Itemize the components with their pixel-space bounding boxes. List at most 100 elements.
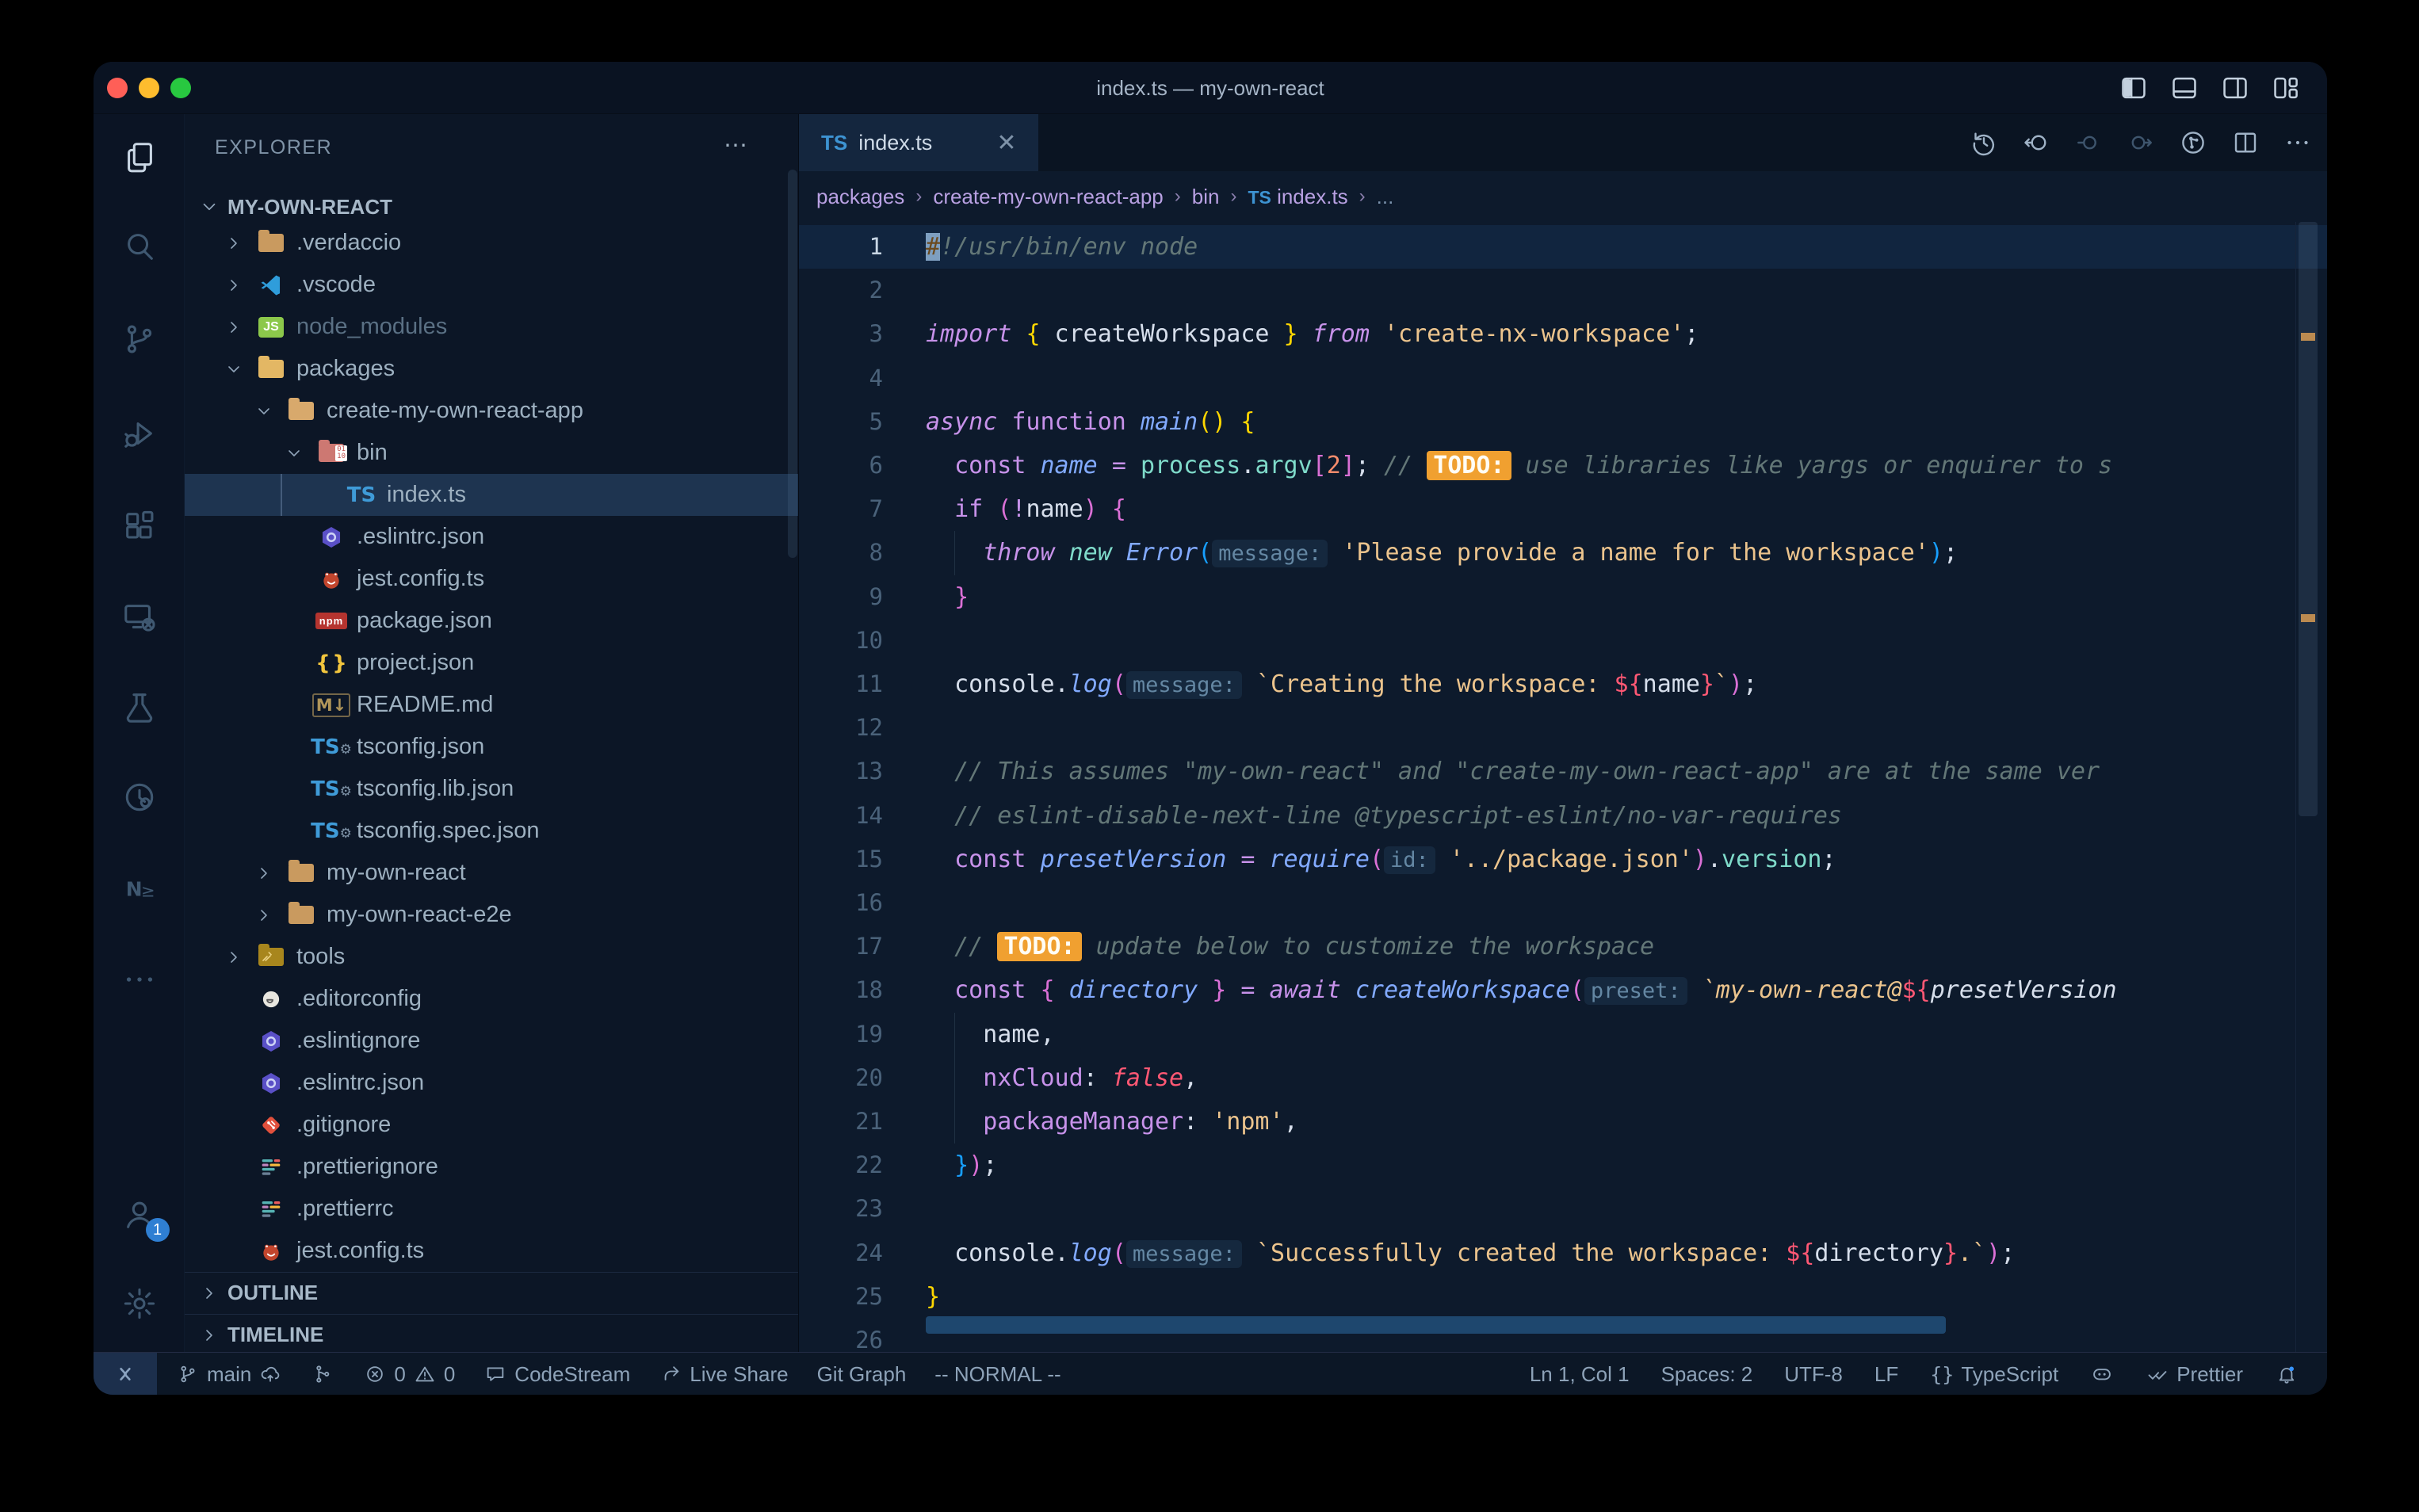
horizontal-scrollbar[interactable] bbox=[926, 1316, 1946, 1334]
status-live-share[interactable]: Live Share bbox=[659, 1362, 788, 1387]
tree-item[interactable]: 0110bin bbox=[185, 432, 798, 474]
line-number[interactable]: 25 bbox=[799, 1275, 883, 1319]
tree-item[interactable]: { }project.json bbox=[185, 642, 798, 684]
title-bar[interactable]: index.ts — my-own-react bbox=[94, 62, 2327, 114]
line-number[interactable]: 6 bbox=[799, 444, 883, 487]
line-number[interactable]: 26 bbox=[799, 1319, 883, 1352]
status-eol[interactable]: LF bbox=[1874, 1362, 1898, 1387]
status-prettier[interactable]: Prettier bbox=[2146, 1362, 2243, 1387]
status-vim-mode[interactable]: -- NORMAL -- bbox=[934, 1362, 1060, 1387]
line-number[interactable]: 10 bbox=[799, 619, 883, 662]
activity-explorer[interactable] bbox=[94, 118, 185, 197]
tree-item[interactable]: create-my-own-react-app bbox=[185, 390, 798, 432]
layout-panel-icon[interactable] bbox=[2169, 72, 2200, 104]
activity-settings[interactable] bbox=[94, 1264, 185, 1343]
tree-item[interactable]: .prettierignore bbox=[185, 1146, 798, 1188]
tree-item[interactable]: TS⚙tsconfig.spec.json bbox=[185, 810, 798, 852]
line-number[interactable]: 15 bbox=[799, 838, 883, 881]
editor-code-area[interactable]: 1#!/usr/bin/env node23import { createWor… bbox=[799, 222, 2327, 1352]
nav-back-icon[interactable] bbox=[2021, 128, 2051, 158]
activity-nx-console[interactable]: N≥ bbox=[94, 849, 185, 928]
vertical-scrollbar[interactable] bbox=[2299, 222, 2318, 816]
line-number[interactable]: 2 bbox=[799, 269, 883, 312]
tree-item[interactable]: my-own-react bbox=[185, 852, 798, 894]
line-number[interactable]: 19 bbox=[799, 1013, 883, 1056]
split-editor-icon[interactable] bbox=[2230, 128, 2260, 158]
line-number[interactable]: 16 bbox=[799, 881, 883, 925]
line-number[interactable]: 22 bbox=[799, 1144, 883, 1187]
status-problems[interactable]: 00 bbox=[363, 1362, 455, 1387]
tree-item[interactable]: packages bbox=[185, 348, 798, 390]
line-number[interactable]: 23 bbox=[799, 1187, 883, 1231]
status-language-mode[interactable]: {}TypeScript bbox=[1930, 1362, 2058, 1387]
line-number[interactable]: 24 bbox=[799, 1231, 883, 1275]
tree-item[interactable]: my-own-react-e2e bbox=[185, 894, 798, 936]
tree-item[interactable]: .verdaccio bbox=[185, 222, 798, 264]
layout-customize-icon[interactable] bbox=[2270, 72, 2302, 104]
breadcrumb-item[interactable]: TS index.ts bbox=[1248, 185, 1347, 209]
breadcrumb-item[interactable]: bin bbox=[1192, 185, 1220, 209]
tree-item[interactable]: .eslintignore bbox=[185, 1020, 798, 1062]
line-number[interactable]: 9 bbox=[799, 575, 883, 619]
status-indentation[interactable]: Spaces: 2 bbox=[1661, 1362, 1753, 1387]
activity-extensions[interactable] bbox=[94, 487, 185, 566]
activity-source-control[interactable] bbox=[94, 300, 185, 379]
layout-sidebar-left-icon[interactable] bbox=[2118, 72, 2150, 104]
tab-index-ts[interactable]: TS index.ts ✕ bbox=[799, 114, 1038, 171]
tree-item[interactable]: TS⚙tsconfig.json bbox=[185, 726, 798, 768]
status-notifications[interactable] bbox=[2275, 1362, 2299, 1386]
status-copilot[interactable] bbox=[2090, 1362, 2114, 1386]
line-number[interactable]: 5 bbox=[799, 400, 883, 444]
tree-item[interactable]: M↓README.md bbox=[185, 684, 798, 726]
tree-item[interactable]: .vscode bbox=[185, 264, 798, 306]
line-number[interactable]: 4 bbox=[799, 357, 883, 400]
layout-sidebar-right-icon[interactable] bbox=[2219, 72, 2251, 104]
status-git-graph[interactable]: Git Graph bbox=[817, 1362, 907, 1387]
line-number[interactable]: 14 bbox=[799, 794, 883, 838]
tree-item[interactable]: npmpackage.json bbox=[185, 600, 798, 642]
tree-item[interactable]: .gitignore bbox=[185, 1104, 798, 1146]
status-commit-graph-status[interactable] bbox=[311, 1362, 334, 1386]
tree-item[interactable]: .prettierrc bbox=[185, 1188, 798, 1230]
tree-item[interactable]: TSindex.ts bbox=[185, 474, 798, 516]
tree-item[interactable]: jest.config.ts bbox=[185, 1230, 798, 1272]
line-number[interactable]: 12 bbox=[799, 706, 883, 750]
tree-item[interactable]: .eslintrc.json bbox=[185, 1062, 798, 1104]
tree-item[interactable]: JSnode_modules bbox=[185, 306, 798, 348]
status-encoding[interactable]: UTF-8 bbox=[1784, 1362, 1843, 1387]
tree-item[interactable]: .editorconfig bbox=[185, 978, 798, 1020]
activity-testing[interactable] bbox=[94, 667, 185, 746]
breadcrumb-item[interactable]: ... bbox=[1377, 185, 1394, 209]
tree-item[interactable]: tools bbox=[185, 936, 798, 978]
status-git-branch-status[interactable]: main bbox=[176, 1362, 282, 1387]
close-icon[interactable]: ✕ bbox=[992, 129, 1021, 157]
panel-timeline[interactable]: TIMELINE bbox=[185, 1314, 798, 1352]
line-number[interactable]: 21 bbox=[799, 1100, 883, 1144]
activity-search[interactable] bbox=[94, 207, 185, 286]
more-actions-icon[interactable] bbox=[2283, 128, 2313, 158]
activity-run-debug[interactable] bbox=[94, 394, 185, 473]
activity-remote-explorer[interactable] bbox=[94, 578, 185, 657]
workspace-section-header[interactable]: MY-OWN-REACT bbox=[185, 187, 798, 227]
git-history-icon[interactable] bbox=[2178, 128, 2208, 158]
line-number[interactable]: 11 bbox=[799, 662, 883, 706]
activity-additional-views[interactable] bbox=[94, 940, 185, 1019]
timeline-history-icon[interactable] bbox=[1969, 128, 1999, 158]
line-number[interactable]: 1 bbox=[799, 225, 883, 269]
line-number[interactable]: 3 bbox=[799, 312, 883, 356]
prev-change-icon[interactable] bbox=[2073, 128, 2104, 158]
line-number[interactable]: 13 bbox=[799, 750, 883, 793]
remote-indicator[interactable] bbox=[94, 1353, 157, 1395]
line-number[interactable]: 20 bbox=[799, 1056, 883, 1100]
status-codestream[interactable]: CodeStream bbox=[483, 1362, 630, 1387]
tree-item[interactable]: TS⚙tsconfig.lib.json bbox=[185, 768, 798, 810]
activity-accounts[interactable]: 1 bbox=[94, 1174, 185, 1254]
explorer-more-actions[interactable]: ⋯ bbox=[724, 128, 747, 166]
breadcrumb-item[interactable]: create-my-own-react-app bbox=[933, 185, 1163, 209]
status-cursor-position[interactable]: Ln 1, Col 1 bbox=[1530, 1362, 1630, 1387]
next-change-icon[interactable] bbox=[2126, 128, 2156, 158]
line-number[interactable]: 17 bbox=[799, 925, 883, 968]
line-number[interactable]: 7 bbox=[799, 487, 883, 531]
activity-gitlens[interactable] bbox=[94, 758, 185, 837]
line-number[interactable]: 8 bbox=[799, 531, 883, 575]
